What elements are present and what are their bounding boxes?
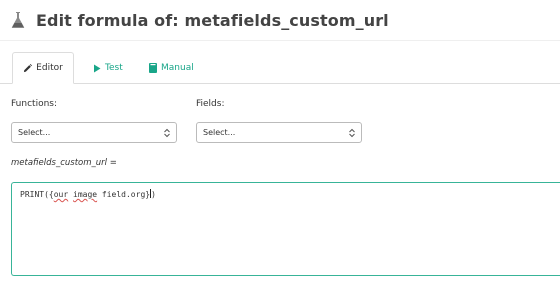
tab-bar: Editor Test Manual — [0, 52, 560, 84]
tab-editor-label: Editor — [36, 63, 63, 73]
formula-editor-page: Edit formula of: metafields_custom_url E… — [0, 0, 560, 285]
formula-target-label: metafields_custom_url = — [11, 158, 117, 168]
functions-label: Functions: — [11, 99, 58, 109]
page-title: Edit formula of: metafields_custom_url — [36, 10, 389, 30]
pencil-icon — [23, 63, 33, 73]
select-arrows-icon — [164, 128, 170, 138]
code-misspelled-word: our — [53, 190, 69, 199]
code-rest: field.org} — [97, 190, 151, 199]
page-header: Edit formula of: metafields_custom_url — [10, 9, 389, 31]
code-suffix: ) — [151, 190, 156, 199]
code-prefix: PRINT({ — [20, 190, 54, 199]
tab-test-label: Test — [105, 63, 123, 73]
tab-manual-label: Manual — [161, 63, 194, 73]
header-divider — [0, 40, 560, 41]
fields-label: Fields: — [196, 99, 225, 109]
tab-test[interactable]: Test — [93, 52, 123, 84]
play-icon — [93, 64, 101, 73]
book-icon — [149, 63, 157, 73]
tab-manual[interactable]: Manual — [149, 52, 194, 84]
tab-baseline — [0, 83, 560, 84]
functions-select[interactable]: Select... — [11, 122, 177, 143]
fields-select-value: Select... — [203, 128, 236, 137]
tab-editor[interactable]: Editor — [12, 52, 74, 84]
fields-select[interactable]: Select... — [196, 122, 362, 143]
select-arrows-icon — [349, 128, 355, 138]
functions-select-value: Select... — [18, 128, 51, 137]
formula-code-editor[interactable]: PRINT({our image field.org}) — [11, 182, 560, 276]
code-misspelled-word: image — [73, 190, 98, 199]
flask-icon — [10, 11, 26, 29]
